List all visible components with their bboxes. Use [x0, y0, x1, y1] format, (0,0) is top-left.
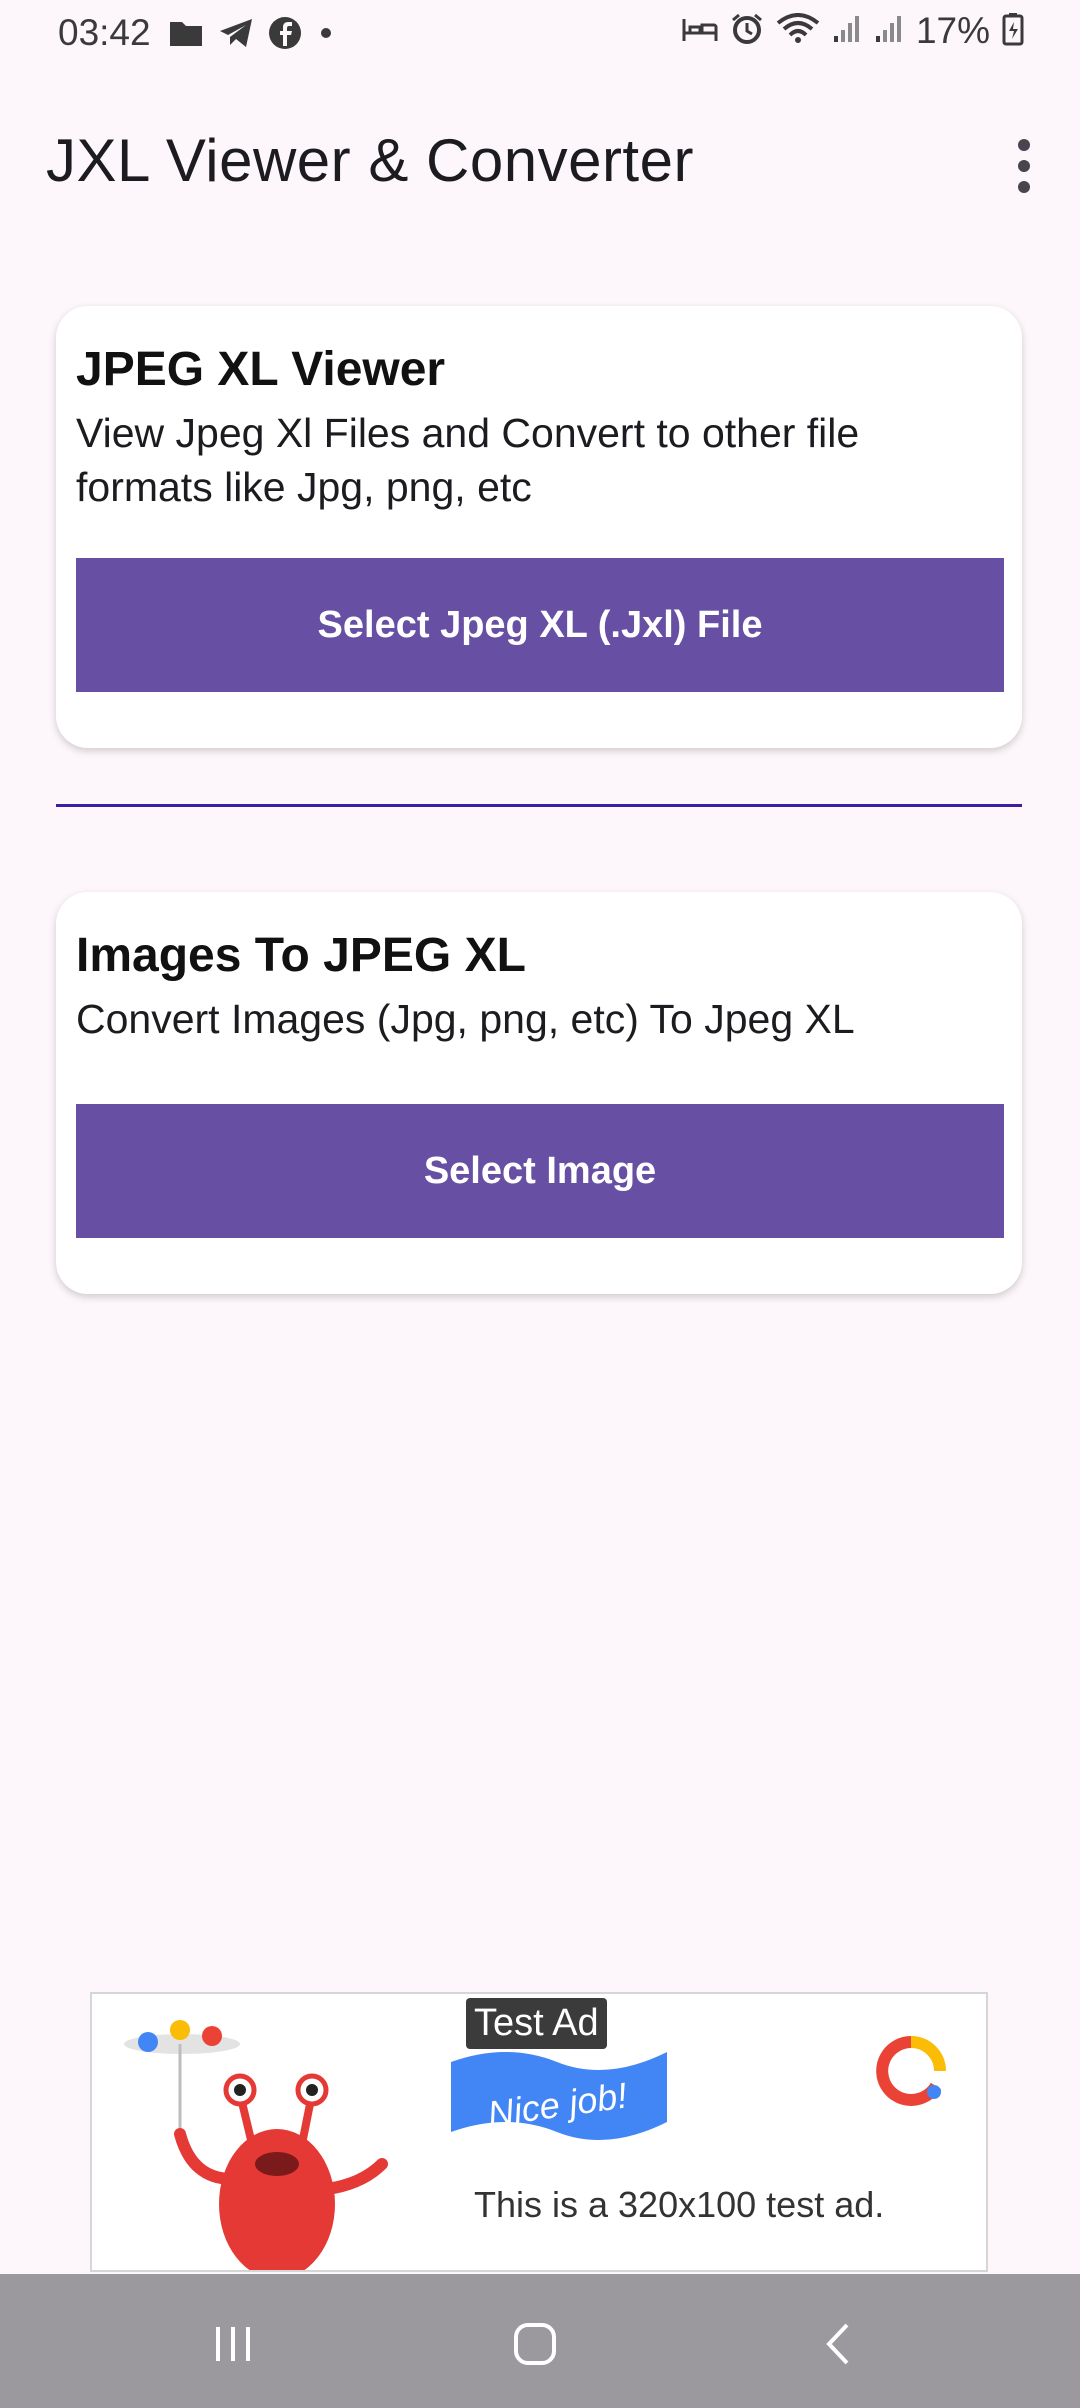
- nice-job-flag: Nice job!: [447, 2042, 677, 2157]
- card-title: JPEG XL Viewer: [76, 343, 446, 396]
- divider: [56, 804, 1022, 807]
- wifi-icon: [776, 12, 820, 50]
- battery-percent: 17%: [915, 10, 990, 51]
- recents-icon[interactable]: [193, 2304, 273, 2384]
- card-description: Convert Images (Jpg, png, etc) To Jpeg X…: [76, 996, 855, 1042]
- dot-icon: [316, 23, 336, 48]
- select-jxl-file-button[interactable]: Select Jpeg XL (.Jxl) File: [76, 558, 1004, 692]
- ad-label: Test Ad: [466, 1998, 607, 2049]
- google-ads-logo-icon: [874, 2034, 948, 2113]
- back-icon[interactable]: [800, 2304, 880, 2384]
- ad-banner[interactable]: Nice job! Test Ad This is a 320x100 test…: [90, 1992, 988, 2272]
- card-title: Images To JPEG XL: [76, 929, 526, 982]
- app-bar: JXL Viewer & Converter: [0, 100, 1080, 230]
- more-vert-icon[interactable]: [988, 130, 1060, 202]
- folder-icon: [168, 18, 204, 53]
- facebook-icon: [268, 16, 302, 55]
- system-icons: 17%: [682, 10, 1024, 52]
- status-bar: 03:42 17%: [0, 0, 1080, 70]
- select-image-button[interactable]: Select Image: [76, 1104, 1004, 1238]
- signal-icon: [874, 14, 904, 49]
- system-nav-bar: [0, 2274, 1080, 2408]
- telegram-icon: [218, 17, 254, 54]
- ad-body-text: This is a 320x100 test ad.: [474, 2184, 885, 2225]
- battery-icon: [1002, 12, 1024, 51]
- notification-icons: [168, 16, 336, 55]
- app-title: JXL Viewer & Converter: [46, 127, 694, 194]
- home-icon[interactable]: [495, 2304, 575, 2384]
- bed-icon: [682, 15, 718, 48]
- ad-monster-illustration: [112, 2004, 432, 2270]
- status-time: 03:42: [58, 12, 151, 53]
- jxl-viewer-card: JPEG XL Viewer View Jpeg Xl Files and Co…: [56, 306, 1022, 748]
- alarm-icon: [730, 12, 764, 51]
- card-description: View Jpeg Xl Files and Convert to other …: [76, 410, 860, 510]
- images-to-jxl-card: Images To JPEG XL Convert Images (Jpg, p…: [56, 892, 1022, 1294]
- signal-icon: [832, 14, 862, 49]
